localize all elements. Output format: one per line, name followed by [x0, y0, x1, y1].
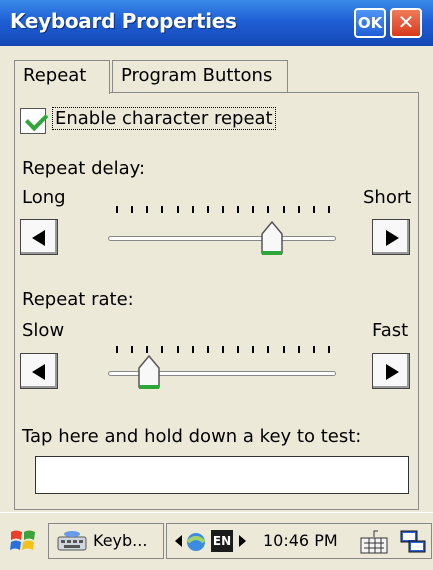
slider-tick [267, 346, 269, 353]
rate-max-label: Fast [372, 320, 409, 341]
slider-tick [131, 206, 133, 213]
slider-tick [131, 346, 133, 353]
desktop-icon[interactable] [399, 528, 427, 556]
slider-tick [161, 206, 163, 213]
taskbar-app-keyboard[interactable]: Keyb... [48, 523, 164, 559]
clock[interactable]: 10:46 PM [263, 531, 338, 550]
enable-repeat-text: Enable character repeat [52, 107, 276, 130]
delay-slider-track[interactable] [108, 236, 336, 241]
test-input[interactable] [35, 456, 409, 494]
delay-decrease-button[interactable] [20, 219, 58, 255]
slider-tick [252, 206, 254, 213]
checkmark-icon [25, 107, 49, 132]
slider-tick [237, 346, 239, 353]
window-title: Keyboard Properties [10, 9, 237, 33]
slider-tick [146, 346, 148, 353]
rate-min-label: Slow [22, 320, 65, 341]
slider-tick [283, 346, 285, 353]
slider-tick [222, 346, 224, 353]
slider-tick [146, 206, 148, 213]
title-bar: Keyboard Properties OK ✕ [0, 0, 433, 46]
tray-right-arrow-icon[interactable] [239, 535, 246, 547]
tray-left-arrow-icon[interactable] [175, 535, 182, 547]
slider-tick [161, 346, 163, 353]
slider-tick [207, 346, 209, 353]
system-tray: EN 10:46 PM [166, 523, 432, 559]
tab-repeat[interactable]: Repeat [14, 60, 110, 94]
delay-slider-thumb[interactable] [260, 220, 284, 256]
repeat-delay-label: Repeat delay: [22, 158, 146, 179]
close-button[interactable]: ✕ [390, 8, 422, 38]
taskbar-app-label: Keyb... [93, 531, 148, 550]
arrow-left-icon [32, 230, 45, 246]
slider-tick [177, 206, 179, 213]
repeat-rate-label: Repeat rate: [22, 289, 134, 310]
arrow-left-icon [32, 364, 45, 380]
taskbar: Keyb... EN 10:46 PM [0, 512, 433, 570]
slider-tick [328, 346, 330, 353]
arrow-right-icon [386, 230, 399, 246]
delay-min-label: Long [22, 187, 66, 208]
slider-tick [237, 206, 239, 213]
rate-decrease-button[interactable] [20, 353, 58, 389]
slider-tick [283, 206, 285, 213]
slider-tick [207, 206, 209, 213]
slider-tick [313, 346, 315, 353]
rate-increase-button[interactable] [372, 353, 410, 389]
language-indicator[interactable]: EN [211, 530, 233, 552]
delay-max-label: Short [363, 187, 412, 208]
slider-tick [177, 346, 179, 353]
slider-tick [222, 206, 224, 213]
dialog-content: Repeat Program Buttons Enable character … [0, 46, 433, 512]
slider-tick [267, 206, 269, 213]
rate-slider-thumb[interactable] [137, 354, 161, 390]
slider-tick [252, 346, 254, 353]
slider-tick [116, 346, 118, 353]
slider-tick [298, 346, 300, 353]
slider-tick [116, 206, 118, 213]
network-icon[interactable] [183, 530, 209, 554]
input-panel-icon[interactable] [359, 528, 389, 556]
ok-button[interactable]: OK [354, 8, 386, 38]
arrow-right-icon [386, 364, 399, 380]
start-button[interactable] [8, 526, 40, 558]
enable-repeat-label[interactable]: Enable character repeat [52, 107, 276, 130]
slider-tick [298, 206, 300, 213]
slider-tick [328, 206, 330, 213]
delay-increase-button[interactable] [372, 219, 410, 255]
slider-tick [192, 346, 194, 353]
keyboard-app-icon [57, 531, 87, 551]
delay-ticks [116, 206, 330, 214]
rate-ticks [116, 346, 330, 354]
enable-repeat-checkbox[interactable] [20, 107, 49, 134]
test-label: Tap here and hold down a key to test: [22, 426, 362, 447]
tab-program-buttons[interactable]: Program Buttons [112, 60, 288, 92]
slider-tick [192, 206, 194, 213]
slider-tick [313, 206, 315, 213]
windows-logo-icon [10, 530, 35, 550]
